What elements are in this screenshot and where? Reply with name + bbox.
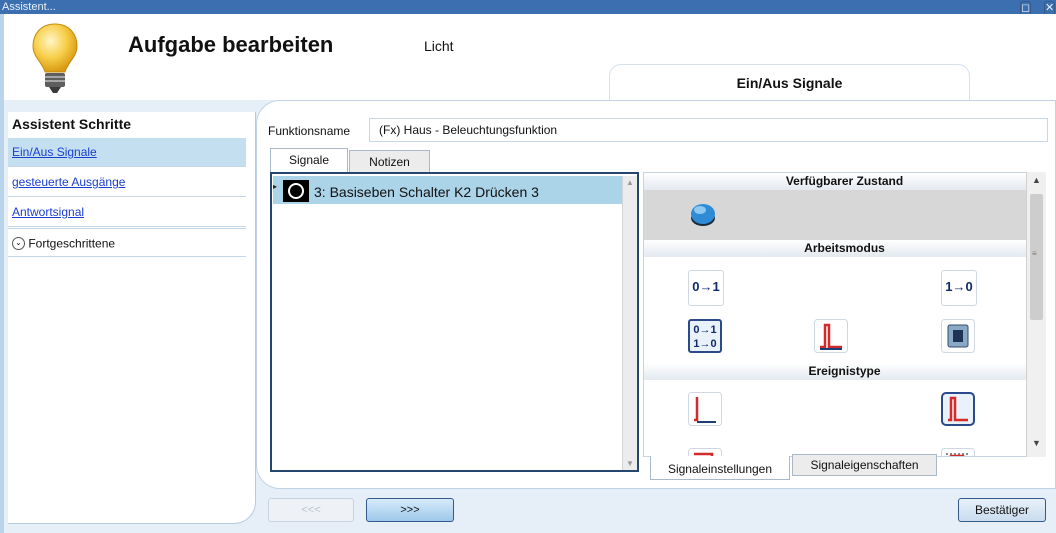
signal-list-item-label: 3: Basiseben Schalter K2 Drücken 3 xyxy=(314,184,539,200)
back-button[interactable]: <<< xyxy=(268,498,354,522)
work-mode-grid: 0→1 1→0 0→1 1→0 xyxy=(644,257,1045,363)
settings-panel-scrollbar[interactable]: ▲ ≡ ▼ xyxy=(1026,172,1046,457)
mode-toggle-top-label: 0→1 xyxy=(693,324,717,336)
sidebar-item-label[interactable]: gesteuerte Ausgänge xyxy=(12,175,125,189)
sidebar-item-antwortsignal[interactable]: Antwortsignal xyxy=(8,198,246,227)
mode-toggle-icon[interactable]: 0→1 1→0 xyxy=(688,319,722,353)
event-double-edge-icon[interactable] xyxy=(941,448,975,457)
section-available-state-header: Verfügbarer Zustand xyxy=(644,173,1045,190)
mode-pulse-icon[interactable] xyxy=(814,319,848,353)
signal-settings-panel: Verfügbarer Zustand Arbeitsmodus 0→1 1→0… xyxy=(643,172,1046,457)
event-type-grid xyxy=(644,380,1045,457)
available-state-row xyxy=(644,190,1045,240)
function-name-field[interactable]: (Fx) Haus - Beleuchtungsfunktion xyxy=(369,118,1048,142)
push-button-icon[interactable] xyxy=(688,200,718,228)
mode-toggle-bottom-label: 1→0 xyxy=(693,338,717,350)
step-tab-label: Ein/Aus Signale xyxy=(736,75,843,91)
tab-notizen[interactable]: Notizen xyxy=(349,150,430,174)
window-title-bar: Assistent... ◻ ✕ xyxy=(0,0,1056,27)
scrollbar-thumb[interactable]: ≡ xyxy=(1030,194,1043,320)
window-title: Assistent... xyxy=(2,1,56,13)
sidebar-item-fortgeschrittene[interactable]: ⌄ Fortgeschrittene xyxy=(8,228,246,257)
chevron-down-icon[interactable]: ⌄ xyxy=(12,237,25,251)
expand-arrow-icon[interactable]: ▸ xyxy=(273,182,277,191)
sidebar-title: Assistent Schritte xyxy=(12,116,132,132)
section-work-mode-header: Arbeitsmodus xyxy=(644,240,1045,257)
sidebar-item-ein-aus-signale[interactable]: Ein/Aus Signale xyxy=(8,138,246,167)
function-name-label: Funktionsname xyxy=(268,124,351,138)
step-tab: Ein/Aus Signale xyxy=(609,64,970,102)
event-level-icon[interactable] xyxy=(941,392,975,426)
section-event-type-header: Ereignistype xyxy=(644,363,1045,380)
mode-1-to-0-icon[interactable]: 1→0 xyxy=(941,270,977,306)
page-subtitle: Licht xyxy=(424,38,454,54)
sidebar-item-label[interactable]: Ein/Aus Signale xyxy=(12,145,97,159)
sidebar-item-gesteuerte-ausgaenge[interactable]: gesteuerte Ausgänge xyxy=(8,168,246,197)
next-button[interactable]: >>> xyxy=(366,498,454,522)
confirm-button[interactable]: Bestätiger xyxy=(958,498,1046,522)
tab-signaleinstellungen[interactable]: Signaleinstellungen xyxy=(650,456,790,480)
mode-0-to-1-icon[interactable]: 0→1 xyxy=(688,270,724,306)
tab-signaleigenschaften[interactable]: Signaleigenschaften xyxy=(792,454,937,476)
light-bulb-icon xyxy=(32,23,78,93)
signal-list-scrollbar[interactable]: ▲ ▼ xyxy=(622,176,637,470)
signal-list xyxy=(270,172,639,472)
page-title: Aufgabe bearbeiten xyxy=(128,32,334,57)
tab-signale[interactable]: Signale xyxy=(270,148,348,174)
mode-memory-icon[interactable] xyxy=(941,319,975,353)
sidebar-item-label: Fortgeschrittene xyxy=(28,236,116,251)
event-rising-edge-icon[interactable] xyxy=(688,392,722,426)
sidebar-item-label[interactable]: Antwortsignal xyxy=(12,205,84,219)
signal-button-icon xyxy=(283,180,309,202)
